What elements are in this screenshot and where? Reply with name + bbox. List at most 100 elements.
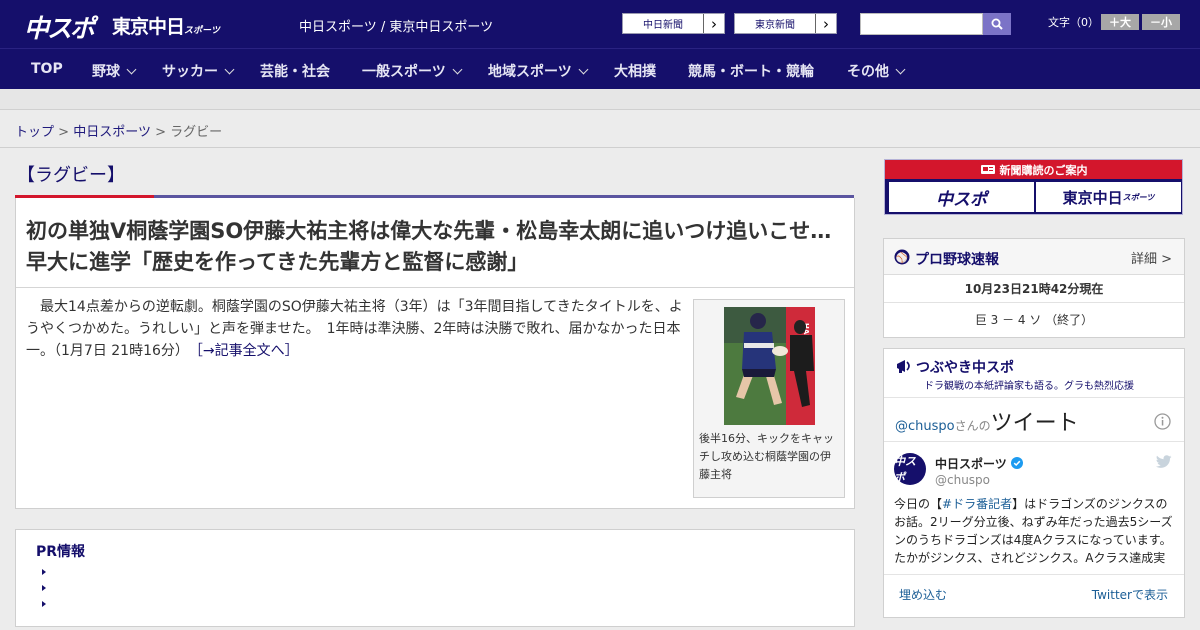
tokyo-shimbun-button[interactable]: 東京新聞 › xyxy=(734,13,837,34)
pro-baseball-detail-link[interactable]: 詳細 > xyxy=(1131,248,1172,267)
tweets-heading: @chuspoさんのツイート xyxy=(895,405,1079,437)
account-username[interactable]: @chuspo xyxy=(935,473,990,487)
breadcrumb-home[interactable]: トップ xyxy=(15,125,54,140)
tokyo-logo-small: スポーツ xyxy=(1122,192,1155,202)
divider xyxy=(884,574,1184,575)
tokyo-logo-text: 東京中日 xyxy=(1062,188,1123,207)
site-links[interactable]: 中日スポーツ / 東京中日スポーツ xyxy=(299,16,493,35)
nav-sumo[interactable]: 大相撲 xyxy=(614,61,656,81)
embed-link[interactable]: 埋め込む xyxy=(899,586,947,603)
nav-other[interactable]: その他 xyxy=(847,61,906,81)
bullet-icon xyxy=(42,601,46,607)
tokyo-subscription-logo: 東京中日 スポーツ xyxy=(1036,182,1181,212)
breadcrumb-bar: トップ > 中日スポーツ > ラグビー xyxy=(0,110,1200,148)
chevron-down-icon xyxy=(126,64,137,75)
nav-label: TOP xyxy=(31,61,63,77)
header-bar: 中スポ 東京中日スポーツ 中日スポーツ / 東京中日スポーツ 中日新聞 › 東京… xyxy=(0,0,1200,48)
game-score[interactable]: 巨 3 － 4 ソ （終了） xyxy=(884,311,1184,328)
nav-label: その他 xyxy=(847,64,889,80)
tweets-title: つぶやき中スポ xyxy=(916,360,1014,376)
breadcrumb-current: ラグビー xyxy=(170,125,223,140)
breadcrumb-section[interactable]: 中日スポーツ xyxy=(73,125,151,140)
handle-link[interactable]: @chuspo xyxy=(895,419,955,434)
font-size-label: 文字（0） xyxy=(1048,16,1099,29)
nav-top[interactable]: TOP xyxy=(31,61,63,77)
nav-label: 地域スポーツ xyxy=(488,64,572,80)
handle-suffix: さんの xyxy=(954,419,991,433)
nav-entertainment[interactable]: 芸能・社会 xyxy=(260,61,330,81)
pr-box: PR情報 xyxy=(15,529,855,627)
twitter-bird-icon[interactable] xyxy=(1156,455,1172,469)
tweet-text-pre: 今日の【 xyxy=(894,497,943,511)
tweets-subtitle: ドラ観戦の本紙評論家も語る。グラも熱烈応援 xyxy=(924,381,1134,392)
twitter-widget: つぶやき中スポ ドラ観戦の本紙評論家も語る。グラも熱烈応援 @chuspoさんの… xyxy=(883,348,1185,618)
photo-box: HANAZONO 後半16分、キックをキャッチし攻め込む桐蔭学園の伊藤主将 xyxy=(693,299,845,498)
view-on-twitter-link[interactable]: Twitterで表示 xyxy=(1092,586,1168,603)
nav-racing[interactable]: 競馬・ボート・競輪 xyxy=(688,61,814,81)
article-body-text: 最大14点差からの逆転劇。桐蔭学園のSO伊藤大祐主将（3年）は「3年間目指してき… xyxy=(26,299,683,359)
chevron-right-icon: › xyxy=(815,14,836,33)
subscription-title: 新聞購読のご案内 xyxy=(999,163,1088,177)
divider xyxy=(16,287,854,288)
chevron-down-icon xyxy=(578,64,589,75)
account-name[interactable]: 中日スポーツ xyxy=(935,455,1023,472)
nav-label: サッカー xyxy=(162,64,218,80)
tweets-heading-text: ツイート xyxy=(990,411,1079,436)
chuspo-subscription-logo: 中スポ xyxy=(889,182,1034,212)
chevron-down-icon xyxy=(224,64,235,75)
read-more-link[interactable]: ［→記事全文へ］ xyxy=(196,343,299,359)
nav-label: 野球 xyxy=(92,64,120,80)
divider xyxy=(884,397,1184,398)
tweet-text: 今日の【#ドラ番記者】はドラゴンズのジンクスのお話。2リーグ分立後、ねずみ年だっ… xyxy=(894,495,1174,568)
bullet-icon xyxy=(42,585,46,591)
sub-nav-strip xyxy=(0,89,1200,110)
nav-soccer[interactable]: サッカー xyxy=(162,61,235,81)
pro-baseball-widget: ⚾ プロ野球速報 詳細 > 10月23日21時42分現在 巨 3 － 4 ソ （… xyxy=(883,238,1185,338)
main-nav: TOP 野球 サッカー 芸能・社会 一般スポーツ 地域スポーツ 大相撲 競馬・ボ… xyxy=(0,48,1200,89)
breadcrumb-sep: > xyxy=(58,125,70,140)
pr-title: PR情報 xyxy=(36,544,86,560)
svg-text:⚾: ⚾ xyxy=(895,251,908,264)
chuspo-logo[interactable]: 中スポ xyxy=(24,9,95,45)
article-body: 最大14点差からの逆転劇。桐蔭学園のSO伊藤大祐主将（3年）は「3年間目指してき… xyxy=(26,296,690,362)
nav-label: 競馬・ボート・競輪 xyxy=(688,64,814,80)
tokyo-logo-small: スポーツ xyxy=(184,26,220,36)
baseball-icon: ⚾ xyxy=(894,249,910,265)
divider xyxy=(884,302,1184,303)
subscription-header: 新聞購読のご案内 xyxy=(885,160,1182,179)
breadcrumb: トップ > 中日スポーツ > ラグビー xyxy=(15,121,222,140)
pro-baseball-title: プロ野球速報 xyxy=(915,252,999,268)
article-headline: 初の単独V桐蔭学園SO伊藤大祐主将は偉大な先輩・松島幸太朗に追いつけ追いこせ…早… xyxy=(26,219,832,274)
nav-baseball[interactable]: 野球 xyxy=(92,61,137,81)
chevron-right-icon: › xyxy=(703,14,724,33)
photo-caption: 後半16分、キックをキャッチし攻め込む桐蔭学園の伊藤主将 xyxy=(699,432,834,481)
search-icon xyxy=(991,18,1003,30)
chevron-down-icon xyxy=(895,64,906,75)
tokyo-chunichi-logo[interactable]: 東京中日スポーツ xyxy=(112,12,220,39)
nav-general-sports[interactable]: 一般スポーツ xyxy=(362,61,463,81)
tokyo-logo-text: 東京中日 xyxy=(112,16,185,38)
chunichi-shimbun-button[interactable]: 中日新聞 › xyxy=(622,13,725,34)
info-icon[interactable] xyxy=(1154,413,1171,430)
subscription-banner[interactable]: 新聞購読のご案内 中スポ 東京中日 スポーツ xyxy=(884,159,1183,215)
avatar[interactable]: 中スポ xyxy=(894,453,926,485)
nav-label: 大相撲 xyxy=(614,64,656,80)
search-button[interactable] xyxy=(983,13,1011,35)
article-photo[interactable]: HANAZONO xyxy=(724,307,815,425)
nav-label: 一般スポーツ xyxy=(362,64,446,80)
search-input[interactable] xyxy=(860,13,983,35)
newspaper-icon xyxy=(980,165,995,174)
megaphone-icon xyxy=(897,360,910,373)
chevron-down-icon xyxy=(452,64,463,75)
pro-baseball-header: ⚾ プロ野球速報 詳細 > xyxy=(884,239,1184,275)
bullet-icon xyxy=(42,569,46,575)
section-title: 【ラグビー】 xyxy=(17,165,125,186)
font-bigger-button[interactable]: ＋大 xyxy=(1101,14,1139,30)
nav-local-sports[interactable]: 地域スポーツ xyxy=(488,61,589,81)
breadcrumb-sep: > xyxy=(155,125,166,140)
pro-baseball-time: 10月23日21時42分現在 xyxy=(964,282,1104,296)
font-smaller-button[interactable]: －小 xyxy=(1142,14,1180,30)
hashtag-link[interactable]: #ドラ番記者 xyxy=(942,497,1012,511)
ext-link-label: 東京新聞 xyxy=(755,20,795,31)
divider xyxy=(884,441,1184,442)
